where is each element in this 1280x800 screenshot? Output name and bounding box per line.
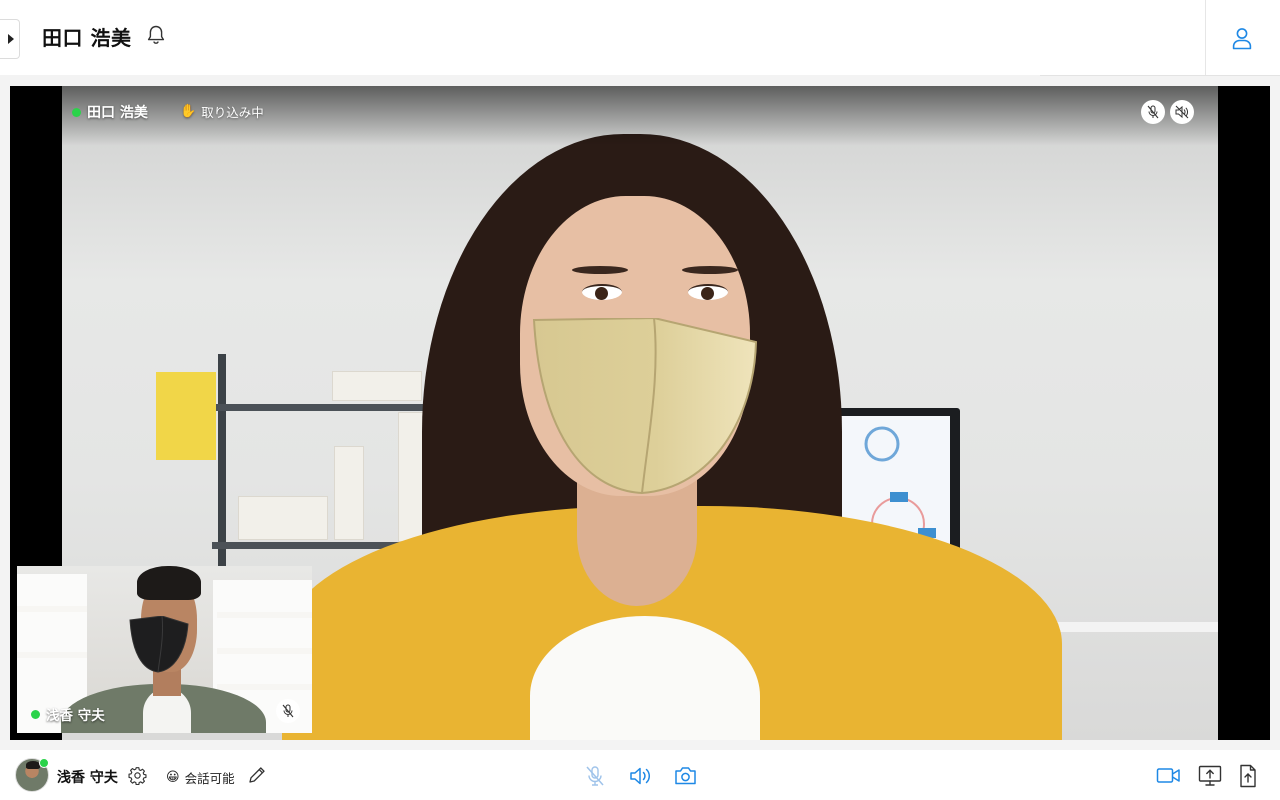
right-eye — [688, 284, 728, 300]
mic-off-icon — [1147, 105, 1159, 119]
sv-shelf-board — [17, 652, 87, 658]
sidebar-toggle-button[interactable] — [0, 19, 20, 59]
speaker-off-icon — [1175, 105, 1189, 119]
sv-shelf-board — [17, 606, 87, 612]
header-divider — [1205, 0, 1206, 75]
grin-emoji-icon: 😀 — [166, 770, 180, 785]
remote-status-text: 取り込み中 — [201, 105, 264, 120]
bell-icon[interactable] — [146, 24, 166, 46]
wall-poster — [156, 372, 216, 460]
right-brow — [682, 266, 738, 274]
camera-snapshot-icon[interactable] — [674, 765, 697, 786]
file-upload-icon[interactable] — [1239, 764, 1257, 788]
hand-emoji-icon: ✋ — [180, 104, 197, 119]
page-title: 田口 浩美 — [42, 26, 132, 50]
user-profile-icon[interactable] — [1230, 26, 1254, 50]
self-person-hair — [137, 566, 201, 600]
self-video-preview[interactable]: 浅香 守夫 — [17, 566, 312, 733]
left-eye — [582, 284, 622, 300]
online-indicator — [72, 107, 81, 117]
speaker-icon[interactable] — [628, 764, 653, 788]
sv-shelf-board — [217, 648, 312, 654]
self-face-mask — [129, 616, 189, 673]
remote-participant-label: 田口 浩美 — [72, 102, 148, 122]
online-indicator — [31, 709, 40, 719]
footer-status[interactable]: 😀 会話可能 — [166, 768, 235, 787]
self-participant-name: 浅香 守夫 — [46, 708, 105, 724]
online-indicator — [39, 758, 49, 768]
face-mask — [532, 318, 758, 495]
book — [334, 446, 364, 540]
remote-participant-name: 田口 浩美 — [87, 105, 148, 121]
header-bottom-line — [1040, 75, 1280, 76]
mic-off-icon[interactable] — [583, 764, 607, 788]
video-camera-icon[interactable] — [1156, 766, 1181, 785]
gear-icon[interactable] — [128, 766, 147, 785]
sv-shelf-board — [217, 684, 312, 690]
remote-mic-muted-button[interactable] — [1141, 100, 1165, 124]
books — [332, 371, 422, 401]
footer-user-name: 浅香 守夫 — [57, 770, 118, 786]
self-participant-label: 浅香 守夫 — [31, 704, 105, 724]
avatar-hair — [26, 761, 40, 769]
sv-shelf-board — [217, 612, 312, 618]
remote-speaker-muted-button[interactable] — [1170, 100, 1194, 124]
self-mic-muted-button[interactable] — [276, 699, 300, 723]
book-stack — [238, 496, 328, 540]
remote-participant-status: ✋ 取り込み中 — [180, 102, 264, 121]
left-brow — [572, 266, 628, 274]
caret-right-icon — [7, 34, 14, 44]
pencil-icon[interactable] — [247, 765, 267, 785]
header — [0, 0, 1280, 75]
screen-share-icon[interactable] — [1198, 764, 1222, 788]
mic-off-icon — [282, 704, 294, 718]
footer-status-text: 会話可能 — [184, 771, 235, 786]
